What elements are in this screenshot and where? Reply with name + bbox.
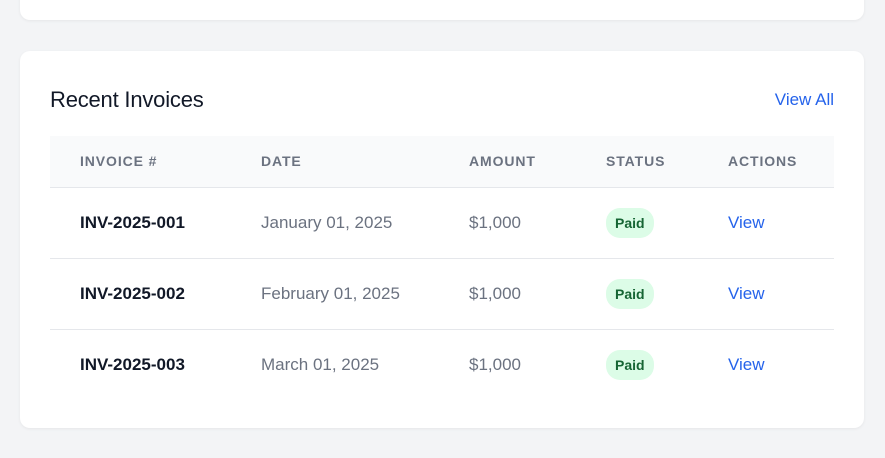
view-all-link[interactable]: View All — [775, 90, 834, 110]
invoice-amount: $1,000 — [469, 354, 521, 374]
invoice-number: INV-2025-003 — [80, 354, 185, 374]
card-header: Recent Invoices View All — [50, 85, 834, 115]
invoice-status-cell: Paid — [606, 187, 728, 259]
table-header: INVOICE # DATE AMOUNT STATUS ACTIONS — [50, 136, 834, 188]
view-invoice-link[interactable]: View — [728, 355, 765, 374]
table-row: INV-2025-002 February 01, 2025 $1,000 Pa… — [50, 258, 834, 330]
invoice-number: INV-2025-002 — [50, 258, 261, 330]
status-badge: Paid — [606, 278, 654, 309]
view-invoice-link[interactable]: View — [728, 213, 765, 232]
status-badge: Paid — [606, 349, 654, 380]
invoice-actions-cell: View — [728, 258, 834, 330]
invoice-status-cell: Paid — [606, 329, 728, 400]
column-header-amount: AMOUNT — [469, 136, 606, 188]
status-badge: Paid — [606, 207, 654, 238]
column-header-actions: ACTIONS — [728, 136, 834, 188]
invoice-date: January 01, 2025 — [261, 187, 469, 259]
column-header-status: STATUS — [606, 136, 728, 188]
card-title: Recent Invoices — [50, 87, 204, 112]
previous-card — [20, 0, 864, 20]
table-row: INV-2025-001 January 01, 2025 $1,000 Pai… — [50, 187, 834, 259]
recent-invoices-card: Recent Invoices View All INVOICE # DATE … — [20, 51, 864, 428]
table-row: INV-2025-003 March 01, 2025 $1,000 Paid … — [50, 329, 834, 400]
invoice-actions-cell: View — [728, 329, 834, 400]
invoice-amount: $1,000 — [469, 258, 606, 330]
invoices-table: INVOICE # DATE AMOUNT STATUS ACTIONS INV… — [50, 136, 834, 400]
column-header-date: DATE — [261, 136, 469, 188]
invoice-status-cell: Paid — [606, 258, 728, 330]
column-header-invoice: INVOICE # — [50, 136, 261, 188]
invoice-number: INV-2025-001 — [50, 187, 261, 259]
view-invoice-link[interactable]: View — [728, 284, 765, 303]
invoice-amount: $1,000 — [469, 187, 606, 259]
invoice-date: March 01, 2025 — [261, 354, 380, 374]
table-body: INV-2025-001 January 01, 2025 $1,000 Pai… — [50, 187, 834, 400]
invoice-actions-cell: View — [728, 187, 834, 259]
invoice-date: February 01, 2025 — [261, 258, 469, 330]
table-header-row: INVOICE # DATE AMOUNT STATUS ACTIONS — [50, 136, 834, 188]
